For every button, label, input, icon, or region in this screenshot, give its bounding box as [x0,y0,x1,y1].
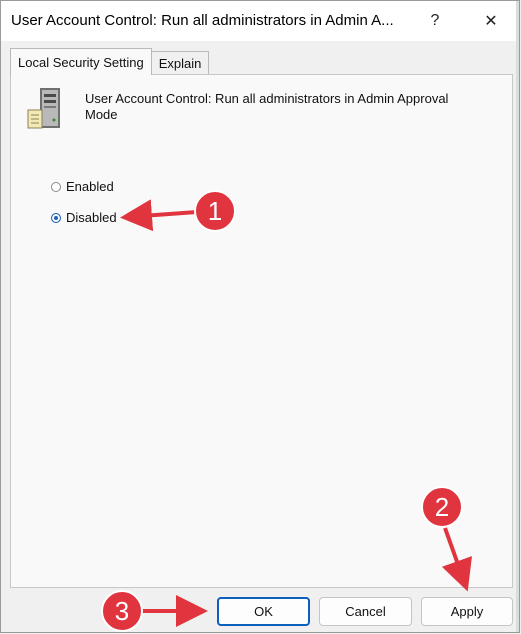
tab-strip: Local Security Setting Explain [10,48,210,76]
ok-label: OK [254,604,273,619]
radio-circle-icon[interactable] [51,181,61,192]
apply-label: Apply [450,604,484,619]
tab-label: Local Security Setting [18,54,144,70]
window-edge [516,1,519,632]
setting-title-line: User Account Control: Run all administra… [85,91,449,106]
radio-label: Enabled [66,179,114,194]
window-title: User Account Control: Run all administra… [11,12,394,29]
policy-dialog: User Account Control: Run all administra… [0,0,520,633]
help-icon: ? [430,12,440,29]
setting-title-line: Mode [85,107,118,122]
ok-button[interactable]: OK [217,597,310,626]
cancel-label: Cancel [345,604,386,619]
close-icon: ✕ [484,13,498,30]
server-icon [27,88,60,129]
radio-selected-icon[interactable] [51,212,61,223]
cancel-button[interactable]: Cancel [319,597,412,626]
radio-enabled[interactable]: Enabled [51,179,114,194]
tab-panel [10,74,513,588]
close-button[interactable]: ✕ [471,5,511,37]
radio-label: Disabled [66,210,117,225]
tab-label: Explain [158,56,202,71]
radio-disabled[interactable]: Disabled [51,210,117,225]
help-button[interactable]: ? [415,5,455,37]
setting-title: User Account Control: Run all administra… [85,91,485,123]
apply-button[interactable]: Apply [421,597,513,626]
title-bar: User Account Control: Run all administra… [1,1,519,41]
tab-local-security-setting[interactable]: Local Security Setting [10,48,152,75]
tab-explain[interactable]: Explain [150,51,210,75]
